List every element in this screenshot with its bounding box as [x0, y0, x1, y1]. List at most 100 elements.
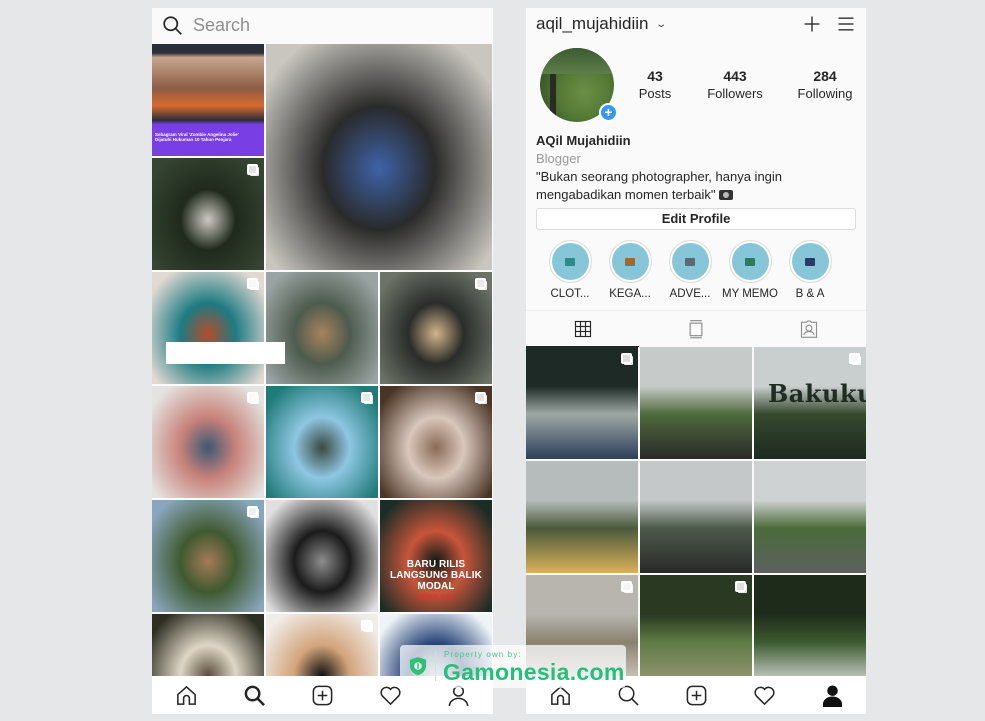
following-label: Following — [797, 86, 853, 101]
carousel-icon — [621, 581, 632, 592]
add-post-icon — [312, 685, 333, 705]
highlight-cover-inner — [611, 243, 649, 280]
stat-posts[interactable]: 43 Posts — [630, 68, 680, 101]
tab-igtv[interactable] — [639, 311, 752, 346]
nav-profile-button[interactable] — [812, 676, 852, 714]
followers-count: 443 — [723, 68, 747, 84]
watermark-caption: Property own by: — [444, 650, 522, 659]
nav-home-button[interactable] — [166, 676, 206, 714]
story-highlight[interactable]: B & A — [780, 240, 840, 300]
highlight-icon — [745, 257, 755, 266]
tile-woman-garden[interactable] — [152, 158, 264, 270]
post-jungle[interactable] — [640, 575, 752, 676]
watermark-divider — [435, 651, 436, 681]
stat-following[interactable]: 284 Following — [790, 68, 860, 101]
tile-photographer-car[interactable] — [152, 386, 264, 498]
tile-redhead-woman[interactable] — [152, 272, 264, 384]
posts-count: 43 — [647, 68, 663, 84]
tagged-icon — [801, 320, 818, 338]
carousel-icon — [621, 353, 632, 364]
carousel-icon — [361, 392, 372, 403]
bio-text: "Bukan seorang photographer, hanya ingin… — [536, 168, 856, 204]
story-highlights: CLOT... KEGA... ADVE... MY MEMO B & A — [540, 240, 840, 300]
followers-label: Followers — [707, 86, 763, 101]
carousel-icon — [735, 581, 746, 592]
tile-ad-man[interactable]: BARU RILIS LANGSUNG BALIK MODAL DOWNLOAD — [380, 500, 492, 612]
following-count: 284 — [813, 68, 837, 84]
grid-icon — [574, 320, 591, 337]
heart-icon — [380, 686, 401, 705]
profile-header: aqil_mujahidiin ⌄ — [526, 8, 866, 40]
post-forest-canopy[interactable] — [526, 347, 638, 459]
tile-ad-caption: BARU RILIS LANGSUNG BALIK MODAL DOWNLOAD — [390, 559, 482, 601]
redaction-overlay — [166, 342, 285, 364]
tile-news-purple[interactable]: Sebagram Viral 'Zombie Angelina Jolie' D… — [152, 44, 264, 156]
profile-bio: AQil Mujahidiin Blogger "Bukan seorang p… — [536, 132, 856, 204]
search-icon — [163, 16, 182, 35]
story-highlight[interactable]: MY MEMO — [720, 240, 780, 300]
profile-tabs — [526, 310, 866, 347]
edit-profile-button[interactable]: Edit Profile — [536, 208, 856, 230]
tab-grid[interactable] — [526, 311, 640, 347]
carousel-icon — [247, 278, 258, 289]
posts-label: Posts — [638, 86, 672, 101]
username-switcher[interactable]: aqil_mujahidiin — [536, 14, 648, 34]
post-man-waterfall[interactable] — [754, 575, 866, 676]
tile-woman-blue-dress[interactable] — [266, 386, 378, 498]
nav-activity-button[interactable] — [744, 676, 784, 714]
display-name: AQil Mujahidiin — [536, 133, 631, 148]
stat-followers[interactable]: 443 Followers — [700, 68, 770, 101]
bio-text-content: "Bukan seorang photographer, hanya ingin… — [536, 169, 783, 202]
highlight-icon — [625, 257, 635, 266]
tile-woman-lamp[interactable] — [152, 614, 264, 676]
tile-blonde-woman[interactable] — [266, 614, 378, 676]
shield-icon — [409, 657, 427, 675]
tile-woman-hill[interactable] — [152, 500, 264, 612]
camera-emoji-icon — [718, 190, 733, 200]
highlight-label: B & A — [795, 288, 825, 300]
highlight-label: KEGA... — [609, 288, 651, 300]
search-bar[interactable] — [152, 8, 493, 43]
post-bakuku-sign[interactable]: Bakuku — [754, 347, 866, 459]
highlight-cover-inner — [791, 243, 829, 280]
tile-bicycle-wheel[interactable] — [266, 44, 492, 270]
highlight-label: ADVE... — [669, 288, 711, 300]
highlight-icon — [565, 257, 575, 266]
add-post-icon — [686, 685, 706, 705]
highlight-icon — [685, 257, 695, 266]
tile-news-headline: Sebagram Viral 'Zombie Angelina Jolie' D… — [155, 132, 239, 142]
tile-hijab-woman[interactable] — [380, 272, 492, 384]
story-highlight[interactable]: KEGA... — [600, 240, 660, 300]
carousel-icon — [475, 392, 486, 403]
highlight-cover-inner — [551, 243, 589, 280]
plus-icon[interactable] — [802, 14, 822, 34]
nav-add-button[interactable] — [676, 676, 716, 714]
post-man-viewpoint[interactable] — [640, 347, 752, 459]
post-man-road-sit[interactable] — [754, 461, 866, 573]
highlight-cover — [728, 240, 772, 283]
profile-stats: 43 Posts 443 Followers 284 Following — [630, 68, 860, 101]
highlight-label: CLOT... — [550, 288, 590, 300]
category-label: Blogger — [536, 151, 581, 166]
carousel-icon — [849, 353, 860, 364]
highlight-cover — [608, 240, 652, 283]
carousel-icon — [247, 506, 258, 517]
highlight-cover-inner — [671, 243, 709, 280]
igtv-icon — [689, 319, 703, 338]
post-man-road-walk[interactable] — [526, 461, 638, 573]
highlight-cover — [548, 240, 592, 283]
post-man-scooter[interactable] — [640, 461, 752, 573]
story-highlight[interactable]: ADVE... — [660, 240, 720, 300]
highlight-cover — [668, 240, 712, 283]
menu-icon[interactable] — [836, 14, 856, 34]
nav-add-button[interactable] — [302, 676, 342, 714]
tile-canon-camera[interactable] — [266, 500, 378, 612]
tab-tagged[interactable] — [753, 311, 866, 346]
add-story-icon[interactable]: + — [599, 103, 618, 122]
search-input[interactable] — [193, 15, 453, 36]
nav-search-button[interactable] — [234, 676, 274, 714]
tile-couple-portrait[interactable] — [380, 386, 492, 498]
story-highlight[interactable]: CLOT... — [540, 240, 600, 300]
tile-waterfall-man[interactable] — [266, 272, 378, 384]
chevron-down-icon[interactable]: ⌄ — [656, 19, 668, 30]
